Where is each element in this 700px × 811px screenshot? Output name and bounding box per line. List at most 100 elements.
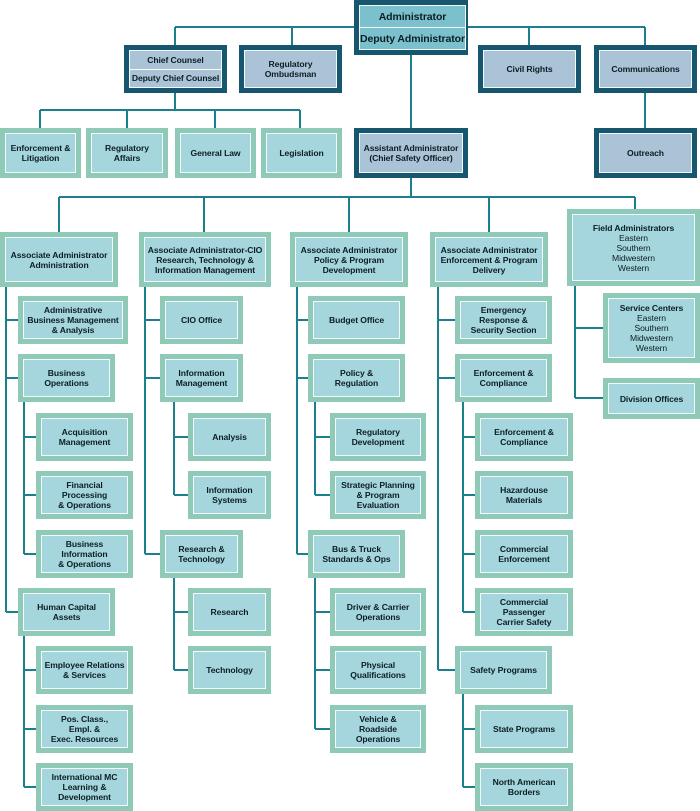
label-line: & Analysis (51, 325, 95, 335)
org-box-label: Service Centers Eastern Southern Midwestern… (608, 298, 695, 358)
label-line: Operations (355, 734, 401, 744)
label-line: Associate Administrator-CIO (147, 244, 263, 255)
org-box-comm-pass: Commercial Passenger Carrier Safety (475, 588, 573, 636)
org-box-comm-enf: Commercial Enforcement (475, 530, 573, 578)
org-box-info-mgmt: Information Management (160, 354, 243, 402)
org-box-label: Administrative Business Management & Analy… (23, 301, 123, 339)
org-box-field: Field Administrators Eastern Southern Midwe… (567, 209, 700, 286)
org-box-info-sys: Information Systems (188, 471, 271, 519)
label-line: Affairs (113, 153, 141, 163)
label-line: Enforcement & Program (440, 254, 538, 265)
org-box-reg-dev: Regulatory Development (330, 413, 426, 461)
org-box-emp-rel: Employee Relations & Services (36, 646, 133, 694)
label-line: Pos. Class., (60, 714, 109, 724)
label-line: Assistant Administrator (363, 143, 459, 153)
org-box-service-centers: Service Centers Eastern Southern Midwestern… (603, 293, 700, 363)
label-line: Associate Administrator (10, 249, 108, 260)
org-chart: Administrator Deputy Administrator Chief C… (0, 0, 700, 811)
label-line: Delivery (472, 264, 506, 275)
org-box-label: Assistant Administrator (Chief Safety Off… (359, 133, 463, 173)
label-line: Associate Administrator (300, 244, 398, 255)
org-box-label: Chief Counsel Deputy Chief Counsel (129, 50, 222, 88)
label-line: Information Management (155, 264, 255, 275)
label-line: Midwestern (630, 333, 673, 343)
org-box-pos-class: Pos. Class., Empl. & Exec. Resources (36, 705, 133, 753)
label-line: Exec. Resources (50, 734, 119, 744)
org-box-label: Business Operations (23, 359, 110, 397)
org-box-label: Budget Office (313, 301, 400, 339)
label-line: Standards & Ops (322, 554, 391, 564)
label-line: Midwestern (612, 252, 655, 263)
org-box-label: Regulatory Ombudsman (244, 50, 337, 88)
org-box-ombudsman: Regulatory Ombudsman (239, 45, 342, 93)
org-box-label: Division Offices (608, 383, 695, 414)
label-line: Evaluation (356, 500, 400, 510)
label-line: Enforcement & (10, 143, 71, 153)
label-line: Assets (52, 612, 81, 622)
org-box-label: Regulatory Development (335, 418, 421, 456)
label-line: Hazardouse (500, 485, 548, 495)
org-box-physical: Physical Qualifications (330, 646, 426, 694)
title: Administrator (378, 10, 447, 23)
label-line: Security Section (470, 325, 537, 335)
box-row: Chief Counsel (130, 51, 221, 69)
org-box-label: Analysis (193, 418, 266, 456)
label-line: Information (206, 485, 253, 495)
label-line: Administrative (43, 305, 103, 315)
label-line: Enforcement & (494, 427, 554, 437)
label-line: Compliance (479, 378, 528, 388)
org-box-label: Human Capital Assets (23, 593, 110, 631)
label-line: Empl. & (68, 724, 101, 734)
label-line: Research & (178, 544, 225, 554)
org-box-label: Associate Administrator Enforcement & Pro… (435, 237, 543, 282)
title: Chief Counsel (147, 54, 204, 65)
label-line: Southern (616, 242, 651, 253)
label-line: Processing (61, 490, 108, 500)
label-line: Vehicle & (359, 714, 397, 724)
org-box-vehicle: Vehicle & Roadside Operations (330, 705, 426, 753)
org-box-label: Pos. Class., Empl. & Exec. Resources (41, 710, 128, 748)
org-box-aa-enf: Associate Administrator Enforcement & Pro… (430, 232, 548, 287)
org-box-enf-comp: Enforcement & Compliance (455, 354, 552, 402)
org-box-label: Financial Processing & Operations (41, 476, 128, 514)
label-line: Operations (355, 612, 401, 622)
label-line: Eastern (619, 232, 648, 243)
label-line: Carrier Safety (496, 617, 552, 627)
org-box-bus-truck: Bus & Truck Standards & Ops (308, 530, 405, 578)
org-box-label: Policy & Regulation (313, 359, 400, 397)
deputy-title: Deputy Chief Counsel (131, 73, 220, 84)
org-box-strat-plan: Strategic Planning & Program Evaluation (330, 471, 426, 519)
org-box-label: Research (193, 593, 266, 631)
org-box-na-borders: North American Borders (475, 763, 573, 811)
label-line: Strategic Planning (341, 480, 415, 490)
org-box-label: Research & Technology (165, 535, 238, 573)
org-box-enf-comp2: Enforcement & Compliance (475, 413, 573, 461)
label-line: Acquisition (61, 427, 108, 437)
label-line: (Chief Safety Officer) (369, 153, 453, 163)
org-box-label: Business Information & Operations (41, 535, 128, 573)
label-line: International MC (51, 772, 118, 782)
label-line: Policy & (339, 368, 374, 378)
label-line: Legislation (279, 148, 324, 158)
label-line: Policy & Program (313, 254, 385, 265)
label-line: Driver & Carrier (346, 602, 410, 612)
label-line: Research (210, 607, 249, 617)
org-box-aa-policy: Associate Administrator Policy & Program D… (290, 232, 408, 287)
label-line: Technology (178, 554, 225, 564)
label-line: Bus & Truck (331, 544, 382, 554)
label-line: Outreach (627, 148, 664, 158)
label-line: Regulatory (356, 427, 400, 437)
label-line: Enforcement (498, 554, 550, 564)
label-line: CIO Office (180, 315, 223, 325)
org-box-asst-admin: Assistant Administrator (Chief Safety Off… (354, 128, 468, 178)
org-box-label: Outreach (599, 133, 692, 173)
label-line: Field Administrators (592, 222, 675, 233)
box-row: Administrator (360, 6, 465, 27)
org-box-intl-mc: International MC Learning & Development (36, 763, 133, 811)
label-line: Civil Rights (506, 64, 553, 74)
org-box-reg-affairs: Regulatory Affairs (86, 128, 168, 178)
org-box-state-prog: State Programs (475, 705, 573, 753)
label-line: & Operations (58, 500, 111, 510)
org-box-analysis: Analysis (188, 413, 271, 461)
label-line: Associate Administrator (440, 244, 538, 255)
